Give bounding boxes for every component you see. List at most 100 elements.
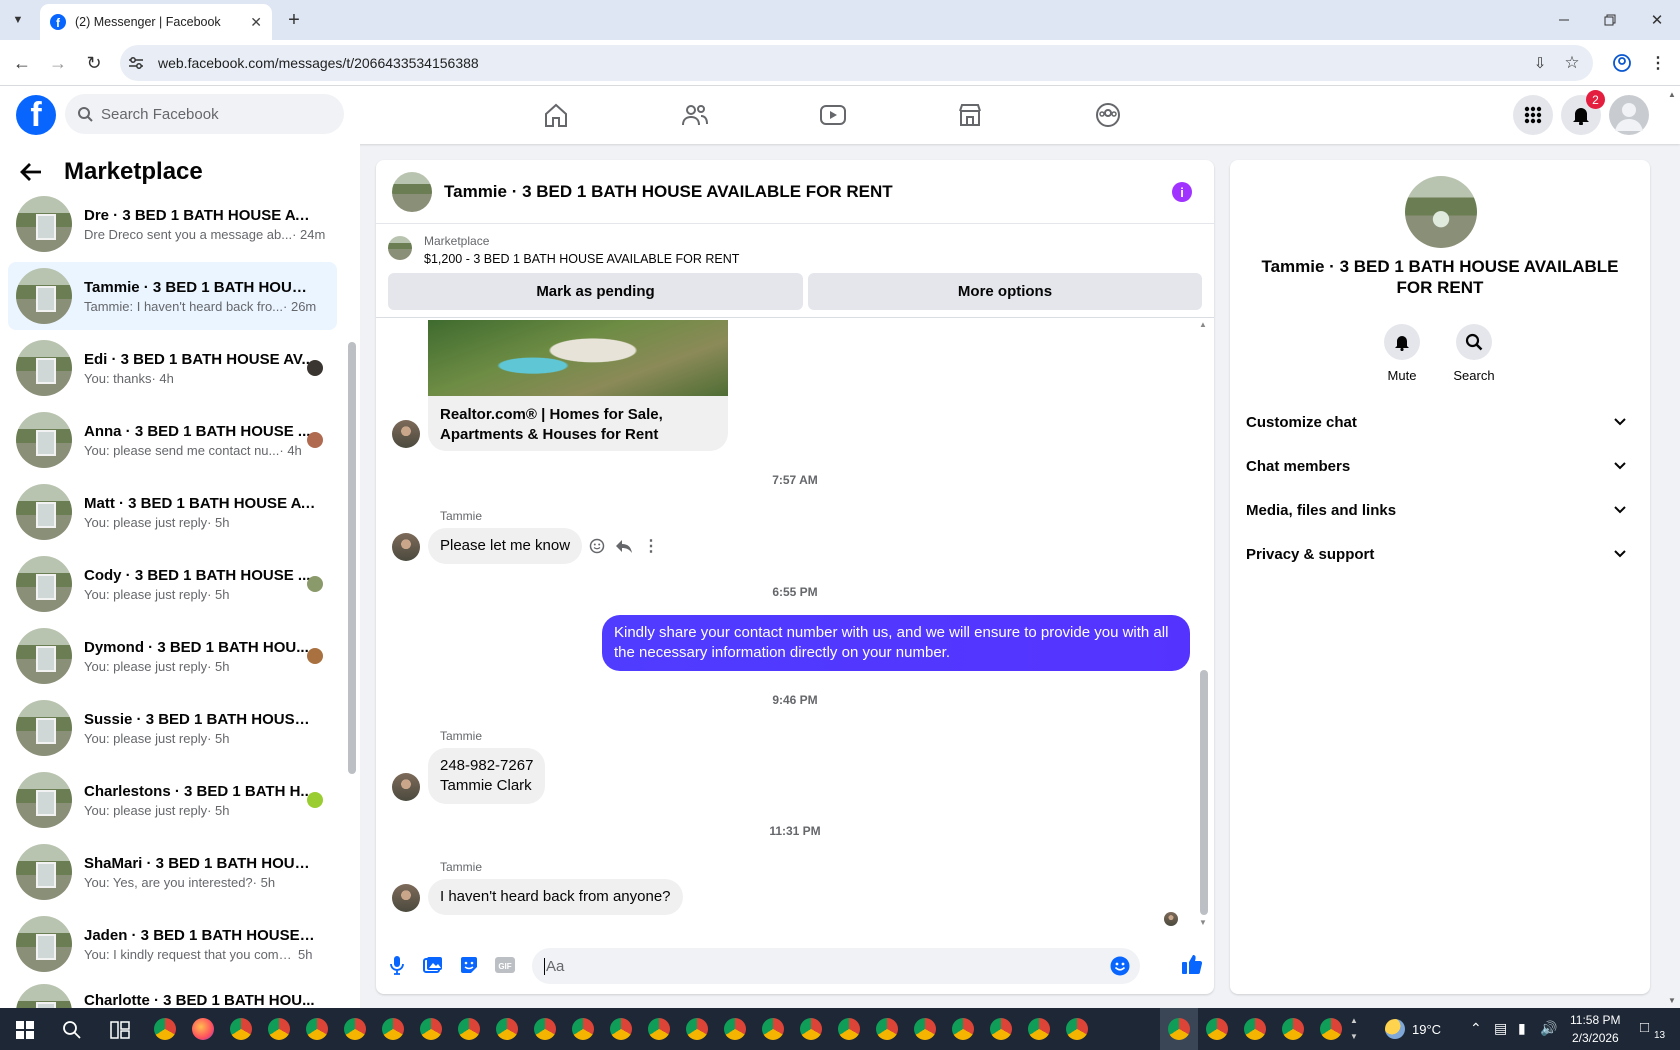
search-facebook-input[interactable]: Search Facebook [65, 94, 344, 134]
chrome-icon[interactable] [610, 1018, 632, 1040]
scroll-up-arrow-icon[interactable]: ▲ [1199, 320, 1207, 329]
chrome-icon[interactable] [496, 1018, 518, 1040]
conversation-item[interactable]: ShaMari · 3 BED 1 BATH HOUSE ... You: Ye… [8, 838, 337, 906]
browser-menu-icon[interactable]: ⋮ [1648, 51, 1668, 75]
like-thumb-icon[interactable] [1180, 952, 1204, 976]
conversation-item[interactable]: Dre · 3 BED 1 BATH HOUSE AVAI... Dre Dre… [8, 190, 337, 258]
chrome-icon[interactable] [344, 1018, 366, 1040]
account-avatar[interactable] [1609, 95, 1649, 135]
network-icon[interactable]: ▤ [1494, 1020, 1507, 1037]
chrome-icon[interactable] [990, 1018, 1012, 1040]
conversation-item-active[interactable]: Tammie · 3 BED 1 BATH HOUSE ... Tammie: … [8, 262, 337, 330]
address-bar[interactable]: web.facebook.com/messages/t/206643353415… [120, 45, 1593, 81]
customize-chat-section[interactable]: Customize chat [1246, 400, 1634, 444]
taskbar-search-icon[interactable] [62, 1020, 82, 1040]
chrome-icon[interactable] [876, 1018, 898, 1040]
react-emoji-icon[interactable] [589, 538, 605, 554]
conversation-info-icon[interactable]: i [1172, 182, 1192, 202]
conversation-item[interactable]: Sussie · 3 BED 1 BATH HOUSE AV... You: p… [8, 694, 337, 762]
mark-as-pending-button[interactable]: Mark as pending [388, 273, 803, 310]
show-hidden-icons-icon[interactable]: ⌃ [1470, 1020, 1482, 1037]
scroll-down-arrow-icon[interactable]: ▼ [1199, 918, 1207, 927]
listing-thumbnail[interactable] [388, 236, 412, 260]
chrome-icon[interactable] [1028, 1018, 1050, 1040]
notification-center-icon[interactable]: □ [1640, 1019, 1649, 1036]
groups-nav-icon[interactable] [1091, 98, 1125, 132]
chrome-icon[interactable] [306, 1018, 328, 1040]
menu-grid-button[interactable] [1513, 95, 1553, 135]
chrome-icon-active[interactable] [1168, 1018, 1190, 1040]
volume-icon[interactable]: 🔊 [1540, 1020, 1557, 1037]
page-scroll-up-icon[interactable]: ▲ [1668, 90, 1676, 99]
chrome-icon[interactable] [420, 1018, 442, 1040]
page-scroll-down-icon[interactable]: ▼ [1668, 996, 1676, 1005]
chrome-icon[interactable] [914, 1018, 936, 1040]
chrome-icon[interactable] [230, 1018, 252, 1040]
sidebar-scrollbar[interactable] [348, 342, 356, 774]
chrome-icon[interactable] [458, 1018, 480, 1040]
bookmark-star-icon[interactable]: ☆ [1560, 51, 1584, 75]
incoming-message[interactable]: 248-982-7267 Tammie Clark [428, 748, 546, 804]
gif-icon[interactable]: GIF [494, 954, 516, 976]
windows-start-icon[interactable] [16, 1021, 34, 1039]
sticker-icon[interactable] [458, 954, 480, 976]
privacy-support-section[interactable]: Privacy & support [1246, 532, 1634, 576]
back-icon[interactable]: ← [10, 51, 34, 75]
conversation-item[interactable]: Cody · 3 BED 1 BATH HOUSE ... You: pleas… [8, 550, 337, 618]
chrome-icon[interactable] [952, 1018, 974, 1040]
listing-title[interactable]: $1,200 - 3 BED 1 BATH HOUSE AVAILABLE FO… [424, 252, 739, 266]
outgoing-message[interactable]: Kindly share your contact number with us… [602, 615, 1190, 671]
chat-title[interactable]: Tammie · 3 BED 1 BATH HOUSE AVAILABLE FO… [444, 182, 893, 202]
chrome-icon[interactable] [1206, 1018, 1228, 1040]
task-view-icon[interactable] [110, 1021, 130, 1039]
reply-icon[interactable] [615, 538, 633, 554]
tab-list-icon[interactable]: ▼ [8, 10, 28, 30]
chat-avatar[interactable] [392, 171, 432, 212]
media-files-links-section[interactable]: Media, files and links [1246, 488, 1634, 532]
site-info-icon[interactable] [126, 53, 146, 73]
clock-date[interactable]: 2/3/2026 [1572, 1031, 1619, 1045]
chrome-icon[interactable] [1320, 1018, 1342, 1040]
forward-icon[interactable]: → [46, 51, 70, 75]
link-preview-card[interactable]: Realtor.com® | Homes for Sale, Apartment… [428, 320, 728, 451]
conversation-item[interactable]: Charlotte · 3 BED 1 BATH HOU... [8, 982, 337, 1008]
chrome-icon[interactable] [1282, 1018, 1304, 1040]
weather-icon[interactable] [1385, 1019, 1405, 1039]
taskbar-app-icon[interactable] [154, 1018, 176, 1040]
close-window-icon[interactable]: ✕ [1645, 8, 1669, 32]
conversation-item[interactable]: Charlestons · 3 BED 1 BATH H... You: ple… [8, 766, 337, 834]
conversation-item[interactable]: Jaden · 3 BED 1 BATH HOUSE AV... You: I … [8, 910, 337, 978]
chrome-icon[interactable] [1244, 1018, 1266, 1040]
chrome-icon[interactable] [1066, 1018, 1088, 1040]
friends-nav-icon[interactable] [678, 98, 712, 132]
chrome-icon[interactable] [572, 1018, 594, 1040]
more-options-button[interactable]: More options [808, 273, 1202, 310]
conversation-item[interactable]: Matt · 3 BED 1 BATH HOUSE AV... You: ple… [8, 478, 337, 546]
conversation-item[interactable]: Anna · 3 BED 1 BATH HOUSE ... You: pleas… [8, 406, 337, 474]
chrome-icon[interactable] [382, 1018, 404, 1040]
chrome-icon[interactable] [838, 1018, 860, 1040]
chrome-icon[interactable] [268, 1018, 290, 1040]
chat-members-section[interactable]: Chat members [1246, 444, 1634, 488]
back-arrow-icon[interactable] [20, 162, 48, 182]
firefox-icon[interactable] [192, 1018, 214, 1040]
emoji-icon[interactable] [1110, 956, 1130, 976]
search-in-conversation-button[interactable]: Search [1444, 324, 1504, 383]
incoming-message[interactable]: Please let me know [428, 528, 583, 564]
taskbar-overflow-icon[interactable]: ▲ ▼ [1350, 1013, 1358, 1045]
video-nav-icon[interactable] [816, 98, 850, 132]
install-app-icon[interactable]: ⇩ [1528, 51, 1552, 75]
incoming-message[interactable]: I haven't heard back from anyone? [428, 879, 683, 915]
restore-window-icon[interactable] [1598, 8, 1622, 32]
listing-avatar[interactable] [1405, 176, 1477, 248]
thread-scrollbar[interactable] [1200, 670, 1208, 915]
chrome-icon[interactable] [648, 1018, 670, 1040]
close-tab-icon[interactable]: ✕ [250, 14, 262, 31]
home-nav-icon[interactable] [539, 98, 573, 132]
conversation-item[interactable]: Dymond · 3 BED 1 BATH HOU... You: please… [8, 622, 337, 690]
message-input[interactable]: Aa [532, 948, 1140, 984]
conversation-item[interactable]: Edi · 3 BED 1 BATH HOUSE AV... You: than… [8, 334, 337, 402]
weather-temperature[interactable]: 19°C [1412, 1022, 1441, 1037]
chrome-icon[interactable] [762, 1018, 784, 1040]
wifi-icon[interactable]: ▮ [1518, 1020, 1526, 1037]
